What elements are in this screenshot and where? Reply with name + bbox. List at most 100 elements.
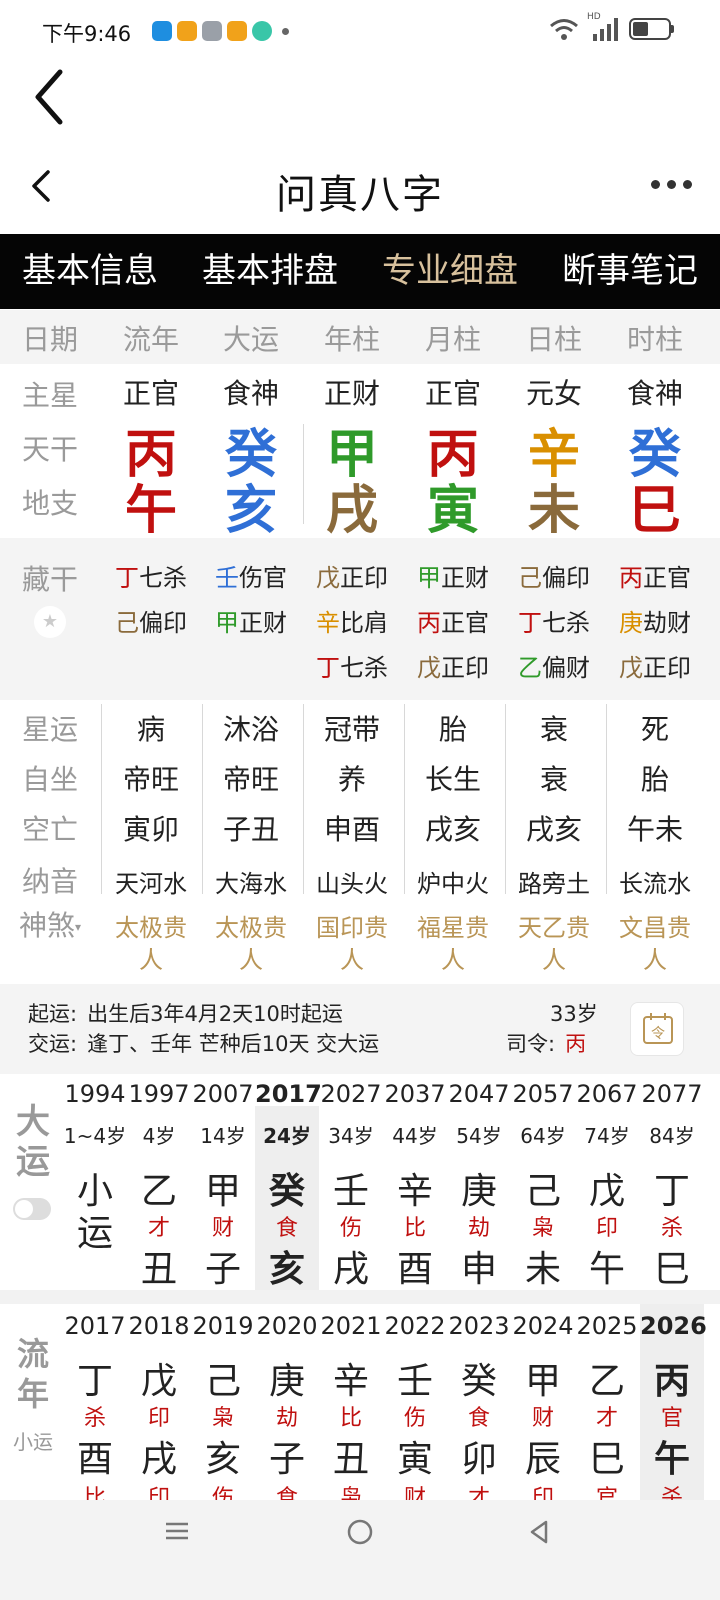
tab-2[interactable]: 专业细盘 bbox=[360, 234, 540, 309]
ling-button[interactable]: 令 bbox=[630, 1002, 684, 1056]
more-notifications-icon bbox=[282, 28, 289, 35]
home-icon[interactable] bbox=[347, 1519, 373, 1545]
nayin-value: 炉中火 bbox=[417, 870, 489, 898]
dayun-age: 44岁 bbox=[392, 1124, 438, 1148]
hidden-stem-god: 偏财 bbox=[542, 654, 590, 682]
hidden-stem-god: 七杀 bbox=[139, 564, 187, 592]
hidden-stem-char: 庚 bbox=[619, 609, 643, 637]
liunian-branch: 丑 bbox=[332, 1439, 369, 1480]
liunian-year: 2022 bbox=[384, 1312, 446, 1340]
zizuo-value: 帝旺 bbox=[222, 763, 279, 796]
column-divider bbox=[303, 704, 304, 894]
liunian-stem: 庚 bbox=[268, 1361, 305, 1402]
column-divider bbox=[606, 704, 607, 894]
dayun-god: 才 bbox=[147, 1216, 170, 1241]
dayun-age: 4岁 bbox=[142, 1124, 176, 1148]
qiyun-label: 起运: bbox=[28, 1002, 78, 1026]
column-header: 年柱 bbox=[323, 323, 380, 356]
zizuo-value: 长生 bbox=[424, 763, 481, 796]
age-value: 33岁 bbox=[550, 1002, 598, 1026]
kongwang-value: 寅卯 bbox=[122, 813, 179, 846]
hidden-stem-char: 己 bbox=[115, 609, 139, 637]
earthly-branch: 戌 bbox=[325, 481, 378, 541]
liunian-year: 2024 bbox=[512, 1312, 574, 1340]
dayun-year: 1994 bbox=[64, 1080, 126, 1108]
dayun-branch: 运 bbox=[76, 1213, 113, 1254]
hidden-stem-item: 丁七杀 bbox=[101, 558, 201, 593]
nayin-value: 路旁土 bbox=[518, 870, 590, 898]
hidden-stem-item: 己偏印 bbox=[101, 603, 201, 638]
star-toggle-icon[interactable]: ★ bbox=[34, 606, 66, 638]
liunian-god: 枭 bbox=[211, 1406, 234, 1431]
liunian-god: 才 bbox=[595, 1406, 618, 1431]
liunian-stem: 丙 bbox=[653, 1361, 690, 1402]
header-label-date: 日期 bbox=[21, 323, 78, 356]
hidden-stem-item: 丁七杀 bbox=[504, 603, 604, 638]
dayun-god: 劫 bbox=[467, 1216, 490, 1241]
shensha-value: 人 bbox=[340, 946, 364, 974]
liunian-stem: 辛 bbox=[332, 1361, 369, 1402]
hidden-stem-item: 壬伤官 bbox=[201, 558, 301, 593]
hidden-stem-god: 正印 bbox=[643, 654, 691, 682]
liunian-god: 财 bbox=[531, 1406, 554, 1431]
back-triangle-icon[interactable] bbox=[530, 1520, 548, 1544]
outer-back-button[interactable] bbox=[30, 66, 70, 128]
dayun-toggle[interactable] bbox=[13, 1198, 51, 1220]
hidden-stem-char: 戊 bbox=[417, 654, 441, 682]
signal-badge: HD bbox=[587, 12, 601, 22]
tab-1[interactable]: 基本排盘 bbox=[180, 234, 360, 309]
dayun-branch: 戌 bbox=[332, 1249, 369, 1290]
nayin-value: 天河水 bbox=[115, 870, 187, 898]
dayun-stem: 甲 bbox=[204, 1171, 241, 1212]
main-star: 元女 bbox=[525, 377, 582, 410]
earthly-branch: 亥 bbox=[224, 481, 277, 541]
row-label-hidden: 藏干 bbox=[21, 563, 78, 596]
main-star: 食神 bbox=[626, 377, 683, 410]
column-divider bbox=[101, 704, 102, 894]
hidden-stem-item: 己偏印 bbox=[504, 558, 604, 593]
shensha-value: 文昌贵 bbox=[619, 914, 691, 942]
hidden-stem-god: 正印 bbox=[340, 564, 388, 592]
status-bar: 下午9:46 HD bbox=[0, 0, 720, 62]
hidden-stem-char: 辛 bbox=[316, 609, 340, 637]
xingyun-value: 冠带 bbox=[323, 713, 380, 746]
hidden-stem-char: 戊 bbox=[316, 564, 340, 592]
nayin-value: 长流水 bbox=[619, 870, 691, 898]
kongwang-value: 午未 bbox=[626, 813, 683, 846]
dayun-god: 食 bbox=[275, 1216, 298, 1241]
row-label-star: 主星 bbox=[21, 379, 78, 412]
more-dots-icon bbox=[651, 180, 660, 189]
tab-3[interactable]: 断事笔记 bbox=[540, 234, 720, 309]
dayun-branch: 巳 bbox=[653, 1249, 690, 1290]
liunian-year: 2019 bbox=[192, 1312, 254, 1340]
column-divider bbox=[404, 704, 405, 894]
more-options-button[interactable] bbox=[651, 180, 692, 189]
app-notification-icon bbox=[252, 21, 272, 41]
row-label-branch: 地支 bbox=[21, 487, 78, 520]
hidden-stem-item: 乙偏财 bbox=[504, 648, 604, 683]
dayun-stem: 戊 bbox=[588, 1171, 625, 1212]
shensha-value: 人 bbox=[139, 946, 163, 974]
dayun-stem: 壬 bbox=[332, 1171, 369, 1212]
liunian-year: 2020 bbox=[256, 1312, 318, 1340]
column-header-row: 日期 流年 大运 年柱 月柱 日柱 时柱 bbox=[0, 310, 720, 364]
shensha-value: 人 bbox=[643, 946, 667, 974]
dayun-year: 2027 bbox=[320, 1080, 382, 1108]
dayun-stem: 丁 bbox=[653, 1171, 690, 1212]
column-header: 大运 bbox=[222, 323, 279, 356]
hidden-stem-char: 乙 bbox=[518, 654, 542, 682]
liunian-year: 2023 bbox=[448, 1312, 510, 1340]
tab-0[interactable]: 基本信息 bbox=[0, 234, 180, 309]
dayun-god: 杀 bbox=[660, 1216, 683, 1241]
hidden-stems-section: 藏干 ★ 丁七杀 己偏印 壬伤官 甲正财 戊正印 辛比肩 丁七杀 甲正财 丙正官 戊正印 己偏印 丁七杀乙… bbox=[0, 538, 720, 700]
qiyun-text: 出生后3年4月2天10时起运 bbox=[87, 1002, 343, 1026]
hidden-stem-char: 丁 bbox=[518, 609, 542, 637]
liunian-branch: 亥 bbox=[204, 1439, 241, 1480]
system-nav-bar bbox=[0, 1500, 720, 1600]
column-divider bbox=[505, 704, 506, 894]
liunian-title: 流年 bbox=[16, 1335, 49, 1413]
liunian-sub: 才 bbox=[467, 1486, 490, 1500]
row-label-shensha[interactable]: 神煞▾ bbox=[0, 904, 100, 944]
menu-icon[interactable] bbox=[166, 1522, 188, 1540]
hidden-stem-char: 丙 bbox=[417, 609, 441, 637]
